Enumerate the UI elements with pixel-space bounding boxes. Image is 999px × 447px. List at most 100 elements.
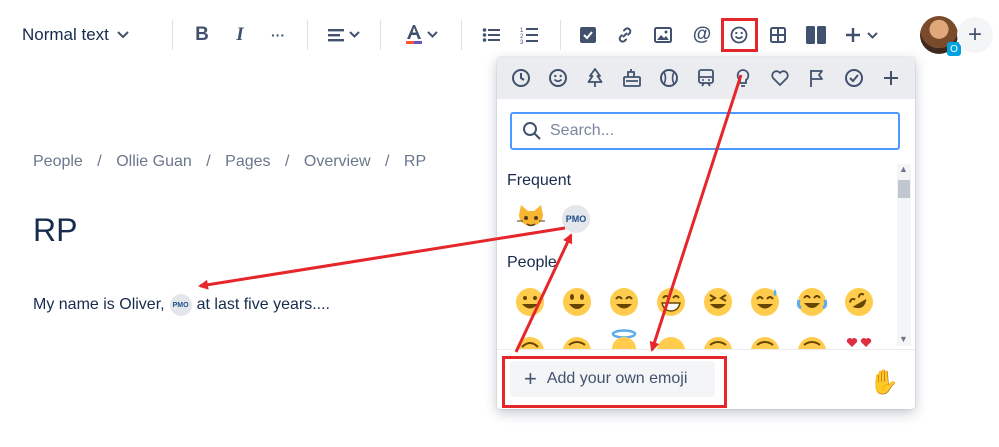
lightbulb-icon — [736, 69, 750, 87]
upside-down-face-emoji[interactable] — [514, 335, 546, 349]
more-formatting-button[interactable]: ··· — [266, 22, 290, 48]
page-paragraph[interactable]: My name is Oliver, PMO at last five year… — [33, 294, 330, 316]
insert-more-dropdown[interactable] — [844, 22, 882, 48]
train-icon — [698, 69, 714, 87]
breadcrumb: People / Ollie Guan / Pages / Overview /… — [33, 153, 436, 171]
blush-emoji[interactable] — [796, 335, 828, 349]
smiley-face-emoji[interactable] — [561, 286, 593, 318]
category-symbols[interactable] — [768, 66, 792, 90]
category-food[interactable] — [620, 66, 644, 90]
add-emoji-highlight — [502, 356, 727, 408]
food-icon — [623, 69, 641, 87]
text-color-dropdown[interactable] — [404, 22, 440, 48]
image-icon — [654, 27, 672, 43]
numbered-list-button[interactable]: 123 — [518, 22, 540, 48]
svg-text:3: 3 — [520, 40, 524, 44]
breadcrumb-separator: / — [206, 153, 211, 170]
emoji-scrollbar-thumb[interactable] — [898, 180, 910, 198]
checkbox-icon — [580, 27, 596, 43]
grinning-face-emoji[interactable] — [514, 286, 546, 318]
paragraph-text-after: at last five years.... — [196, 296, 330, 313]
category-custom[interactable] — [879, 66, 903, 90]
innocent-emoji[interactable] — [608, 329, 640, 349]
alignment-dropdown[interactable] — [326, 22, 364, 48]
toolbar-divider — [172, 20, 173, 50]
flag-icon — [810, 70, 823, 87]
breadcrumb-current[interactable]: RP — [404, 153, 426, 170]
tree-icon — [587, 68, 603, 87]
check-circle-icon — [845, 69, 863, 87]
people-section-label: People — [507, 254, 557, 271]
layouts-button[interactable] — [805, 22, 827, 48]
pmo-custom-emoji-inline: PMO — [169, 294, 192, 316]
plus-icon — [846, 28, 878, 42]
scroll-down-icon[interactable]: ▼ — [899, 334, 908, 344]
category-nature[interactable] — [583, 66, 607, 90]
category-productivity[interactable] — [842, 66, 866, 90]
pmo-custom-emoji[interactable]: PMO — [562, 205, 590, 233]
emoji-search-box[interactable] — [510, 112, 900, 150]
emoji-search-input[interactable] — [548, 121, 872, 141]
breadcrumb-overview[interactable]: Overview — [304, 153, 371, 170]
table-button[interactable] — [767, 22, 789, 48]
frequent-section-label: Frequent — [507, 172, 572, 189]
page-title[interactable]: RP — [33, 212, 77, 249]
invite-button[interactable]: + — [957, 17, 993, 53]
text-style-label: Normal text — [22, 25, 109, 44]
toolbar-divider — [560, 20, 561, 50]
link-button[interactable] — [614, 22, 636, 48]
joy-emoji[interactable] — [796, 286, 828, 318]
cat-emoji[interactable] — [515, 203, 547, 235]
toolbar-divider — [380, 20, 381, 50]
category-frequent[interactable] — [509, 66, 533, 90]
category-people[interactable] — [546, 66, 570, 90]
breadcrumb-separator: / — [385, 153, 390, 170]
smile-emoji[interactable] — [608, 286, 640, 318]
smiling-face-emoji[interactable] — [655, 335, 687, 349]
category-flags[interactable] — [805, 66, 829, 90]
toolbar-divider — [461, 20, 462, 50]
more-icon: ··· — [271, 27, 285, 43]
clock-icon — [512, 69, 530, 87]
grin-emoji[interactable] — [655, 286, 687, 318]
mention-button[interactable]: @ — [690, 22, 714, 48]
relaxed-emoji[interactable] — [702, 335, 734, 349]
breadcrumb-separator: / — [97, 153, 102, 170]
plus-icon — [884, 71, 898, 85]
layout-columns-icon — [806, 26, 826, 44]
heart-eyes-emoji[interactable] — [843, 333, 875, 349]
action-item-button[interactable] — [577, 22, 599, 48]
italic-icon: I — [236, 24, 244, 45]
ball-icon — [660, 69, 678, 87]
breadcrumb-people[interactable]: People — [33, 153, 83, 170]
link-icon — [618, 27, 632, 43]
paragraph-text-before: My name is Oliver, — [33, 296, 165, 313]
people-emoji-row-partial — [497, 327, 895, 349]
heart-icon — [771, 70, 789, 86]
category-objects[interactable] — [731, 66, 755, 90]
bold-button[interactable]: B — [190, 22, 214, 48]
bullet-list-button[interactable] — [480, 22, 502, 48]
search-icon — [523, 122, 541, 140]
breadcrumb-user[interactable]: Ollie Guan — [116, 153, 192, 170]
plus-icon: + — [967, 21, 982, 48]
laughing-emoji[interactable] — [702, 286, 734, 318]
numbered-list-icon: 123 — [520, 28, 538, 44]
skin-tone-selector[interactable]: ✋ — [869, 368, 899, 397]
category-activity[interactable] — [657, 66, 681, 90]
wink-emoji[interactable] — [749, 335, 781, 349]
text-style-dropdown[interactable]: Normal text — [22, 22, 129, 48]
image-button[interactable] — [652, 22, 674, 48]
text-color-icon — [406, 25, 438, 44]
category-travel[interactable] — [694, 66, 718, 90]
rofl-emoji[interactable] — [843, 286, 875, 318]
italic-button[interactable]: I — [228, 22, 252, 48]
emoji-button-highlight — [721, 18, 758, 52]
slightly-smiling-emoji[interactable] — [561, 335, 593, 349]
table-icon — [770, 27, 786, 43]
breadcrumb-pages[interactable]: Pages — [225, 153, 270, 170]
sweat-smile-emoji[interactable] — [749, 286, 781, 318]
smiley-icon — [549, 69, 567, 87]
scroll-up-icon[interactable]: ▲ — [899, 164, 908, 174]
chevron-down-icon — [117, 28, 129, 42]
